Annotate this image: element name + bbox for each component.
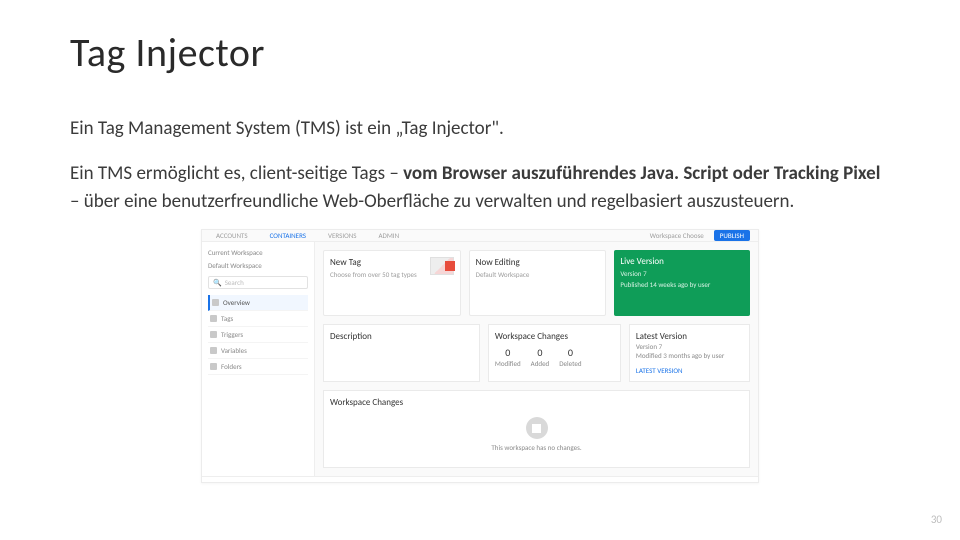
- ss-publish-button[interactable]: PUBLISH: [714, 230, 750, 241]
- changes-title: Workspace Changes: [495, 331, 614, 342]
- live-version-ver: Version 7: [620, 269, 744, 278]
- card-live-version: Live Version Version 7 Published 14 week…: [614, 250, 750, 316]
- live-version-meta: Published 14 weeks ago by user: [620, 280, 744, 289]
- sidebar-item-label: Overview: [223, 298, 250, 307]
- embedded-screenshot: ACCOUNTS CONTAINERS VERSIONS ADMIN Works…: [201, 229, 759, 483]
- tags-icon: [210, 315, 217, 322]
- sidebar-item-label: Tags: [221, 314, 233, 323]
- live-version-title: Live Version: [620, 256, 744, 267]
- ss-sidebar: Current Workspace Default Workspace 🔍 Se…: [202, 242, 315, 476]
- latest-version-link[interactable]: LATEST VERSION: [636, 366, 743, 375]
- latest-ver: Version 7: [636, 342, 743, 351]
- ss-side-subtitle: Default Workspace: [208, 261, 308, 270]
- folders-icon: [210, 363, 217, 370]
- tag-icon: [430, 257, 454, 275]
- sidebar-item-overview[interactable]: Overview: [208, 295, 308, 311]
- ss-workspace-choose[interactable]: Workspace Choose: [650, 231, 704, 240]
- page-number: 30: [931, 513, 942, 526]
- wc-title: Workspace Changes: [330, 397, 743, 408]
- search-icon: 🔍: [213, 278, 222, 287]
- card-workspace-changes-counts: Workspace Changes 0Modified 0Added 0Dele…: [488, 324, 621, 382]
- now-editing-sub: Default Workspace: [476, 270, 600, 279]
- ss-tab-containers[interactable]: CONTAINERS: [264, 231, 312, 240]
- changes-deleted-label: Deleted: [559, 359, 581, 368]
- ss-search-input[interactable]: 🔍 Search: [208, 276, 308, 289]
- body-paragraph: Ein TMS ermöglicht es, client-seitige Ta…: [70, 160, 890, 215]
- ss-footer: Activity History: [202, 476, 758, 483]
- sidebar-item-label: Triggers: [221, 330, 243, 339]
- new-tag-sub: Choose from over 50 tag types: [330, 270, 417, 279]
- changes-added-label: Added: [531, 359, 550, 368]
- ss-tab-admin[interactable]: ADMIN: [372, 231, 405, 240]
- changes-added-value: 0: [531, 346, 550, 359]
- ss-tab-versions[interactable]: VERSIONS: [322, 231, 362, 240]
- now-editing-title: Now Editing: [476, 257, 600, 268]
- overview-icon: [212, 299, 219, 306]
- new-tag-title: New Tag: [330, 257, 417, 268]
- card-now-editing: Now Editing Default Workspace: [469, 250, 607, 316]
- ss-tab-accounts[interactable]: ACCOUNTS: [210, 231, 254, 240]
- description-title: Description: [330, 331, 473, 342]
- sidebar-item-triggers[interactable]: Triggers: [208, 327, 308, 343]
- changes-deleted-value: 0: [559, 346, 581, 359]
- body-post: – über eine benutzerfreundliche Web-Ober…: [70, 190, 794, 213]
- sidebar-item-folders[interactable]: Folders: [208, 359, 308, 375]
- footer-label: Activity History: [221, 482, 264, 483]
- ss-topnav: ACCOUNTS CONTAINERS VERSIONS ADMIN Works…: [202, 230, 758, 242]
- ss-search-placeholder: Search: [225, 278, 244, 287]
- card-latest-version: Latest Version Version 7 Modified 3 mont…: [629, 324, 750, 382]
- card-description: Description: [323, 324, 480, 382]
- variables-icon: [210, 347, 217, 354]
- body-pre: Ein TMS ermöglicht es, client-seitige Ta…: [70, 162, 403, 185]
- sidebar-item-label: Variables: [221, 346, 247, 355]
- intro-paragraph: Ein Tag Management System (TMS) ist ein …: [70, 117, 890, 140]
- wc-empty-text: This workspace has no changes.: [491, 443, 581, 452]
- body-bold: vom Browser auszuführendes Java. Script …: [403, 162, 880, 185]
- card-new-tag[interactable]: New Tag Choose from over 50 tag types: [323, 250, 461, 316]
- changes-modified-value: 0: [495, 346, 521, 359]
- slide-title: Tag Injector: [70, 28, 890, 77]
- ss-side-title: Current Workspace: [208, 248, 308, 257]
- sidebar-item-label: Folders: [221, 362, 242, 371]
- sidebar-item-tags[interactable]: Tags: [208, 311, 308, 327]
- changes-modified-label: Modified: [495, 359, 521, 368]
- edit-icon: [526, 417, 548, 439]
- card-workspace-changes-list: Workspace Changes This workspace has no …: [323, 390, 750, 468]
- latest-title: Latest Version: [636, 331, 743, 342]
- triggers-icon: [210, 331, 217, 338]
- latest-meta: Modified 3 months ago by user: [636, 351, 743, 360]
- sidebar-item-variables[interactable]: Variables: [208, 343, 308, 359]
